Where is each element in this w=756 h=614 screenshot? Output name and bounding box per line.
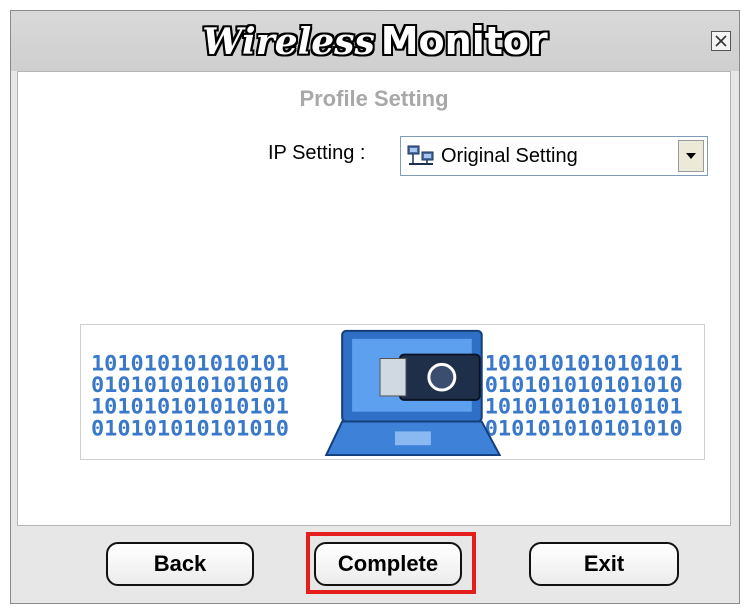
binary-row-8: 010101010101010 xyxy=(485,416,683,441)
page-title: Profile Setting xyxy=(299,86,449,111)
close-icon xyxy=(715,35,727,47)
chevron-down-icon xyxy=(686,153,696,159)
window-title: Wireless Monitor xyxy=(11,15,739,68)
binary-row-4: 010101010101010 xyxy=(91,416,289,441)
ip-setting-value: Original Setting xyxy=(441,144,578,167)
wireless-banner-image: 101010101010101 010101010101010 10101010… xyxy=(80,324,705,460)
title-monitor: Monitor xyxy=(380,19,548,63)
banner-graphic: 101010101010101 010101010101010 10101010… xyxy=(91,329,683,457)
network-icon xyxy=(407,145,434,165)
title-wireless: Wireless xyxy=(202,21,375,63)
title-bar[interactable]: Wireless Monitor xyxy=(11,11,739,71)
dropdown-arrow-button[interactable] xyxy=(678,140,704,172)
complete-highlight-box xyxy=(306,532,476,594)
wireless-card-icon xyxy=(379,353,481,401)
back-button[interactable]: Back xyxy=(106,542,254,586)
close-button[interactable] xyxy=(711,31,731,51)
wireless-monitor-window: Wireless Monitor Profile Setting IP Setti… xyxy=(10,10,740,604)
ip-setting-label: IP Setting : xyxy=(268,142,366,164)
exit-button[interactable]: Exit xyxy=(529,542,679,586)
ip-setting-dropdown[interactable]: Original Setting xyxy=(400,136,708,176)
